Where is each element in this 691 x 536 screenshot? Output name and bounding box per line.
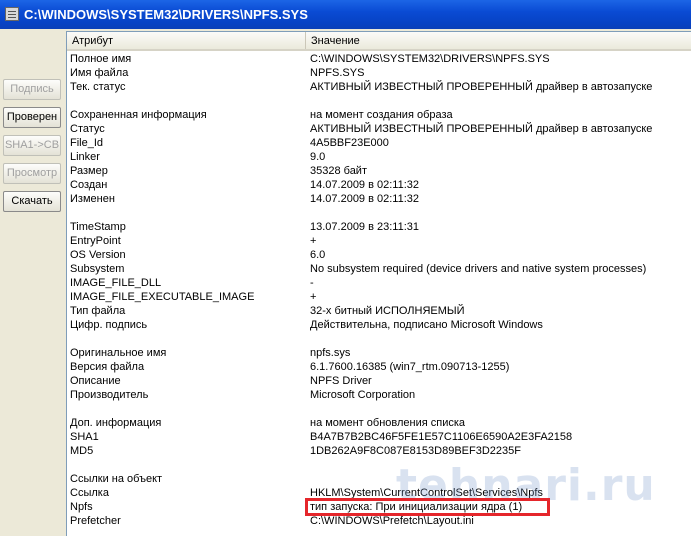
value-cell: 13.07.2009 в 23:11:31 bbox=[310, 221, 420, 233]
table-row[interactable]: Оригинальное имя npfs.sys bbox=[67, 346, 691, 360]
attribute-cell: Цифр. подпись bbox=[70, 319, 148, 331]
table-row[interactable]: Доп. информация на момент обновления спис… bbox=[67, 416, 691, 430]
table-row[interactable]: Subsystem No subsystem required (device d… bbox=[67, 262, 691, 276]
table-row[interactable]: Статус АКТИВНЫЙ ИЗВЕСТНЫЙ ПРОВЕРЕННЫЙ дра… bbox=[67, 122, 691, 136]
attribute-cell: Полное имя bbox=[70, 53, 132, 65]
window-icon[interactable] bbox=[5, 7, 19, 21]
attribute-cell: IMAGE_FILE_DLL bbox=[70, 277, 162, 289]
table-row[interactable]: MD5 1DB262A9F8C087E8153D89BEF3D2235F bbox=[67, 444, 691, 458]
value-cell: NPFS Driver bbox=[310, 375, 372, 387]
table-row[interactable] bbox=[67, 332, 691, 346]
table-row[interactable]: Производитель Microsoft Corporation bbox=[67, 388, 691, 402]
attribute-cell: Subsystem bbox=[70, 263, 125, 275]
table-row[interactable]: Тип файла 32-х битный ИСПОЛНЯЕМЫЙ bbox=[67, 304, 691, 318]
value-cell: 1DB262A9F8C087E8153D89BEF3D2235F bbox=[310, 445, 521, 457]
attribute-cell: Тип файла bbox=[70, 305, 126, 317]
button-panel: Подпись Проверен SHA1->CB Просмотр Скача… bbox=[0, 29, 64, 536]
attribute-cell: Описание bbox=[70, 375, 121, 387]
attribute-cell: Создан bbox=[70, 179, 108, 191]
value-cell: 14.07.2009 в 02:11:32 bbox=[310, 193, 420, 205]
value-cell: АКТИВНЫЙ ИЗВЕСТНЫЙ ПРОВЕРЕННЫЙ драйвер в… bbox=[310, 81, 653, 93]
attribute-cell: Prefetcher bbox=[70, 515, 121, 527]
value-cell: на момент создания образа bbox=[310, 109, 453, 121]
table-row[interactable]: Изменен 14.07.2009 в 02:11:32 bbox=[67, 192, 691, 206]
value-cell: C:\WINDOWS\Prefetch\Layout.ini bbox=[310, 515, 474, 527]
table-row[interactable]: SHA1 B4A7B7B2BC46F5FE1E57C1106E6590A2E3FA… bbox=[67, 430, 691, 444]
window-title: C:\WINDOWS\SYSTEM32\DRIVERS\NPFS.SYS bbox=[24, 7, 308, 22]
value-cell: 14.07.2009 в 02:11:32 bbox=[310, 179, 420, 191]
sign-button[interactable]: Подпись bbox=[3, 79, 61, 100]
highlight-box bbox=[305, 498, 550, 516]
table-row[interactable] bbox=[67, 94, 691, 108]
attribute-cell: Доп. информация bbox=[70, 417, 162, 429]
table-row[interactable]: Linker 9.0 bbox=[67, 150, 691, 164]
table-row[interactable]: EntryPoint + bbox=[67, 234, 691, 248]
value-cell: 4A5BBF23E000 bbox=[310, 137, 389, 149]
value-cell: 6.1.7600.16385 (win7_rtm.090713-1255) bbox=[310, 361, 510, 373]
value-cell: - bbox=[310, 277, 314, 289]
view-button[interactable]: Просмотр bbox=[3, 163, 61, 184]
table-row[interactable]: Тек. статус АКТИВНЫЙ ИЗВЕСТНЫЙ ПРОВЕРЕННЫ… bbox=[67, 80, 691, 94]
attribute-cell: Ссылки на объект bbox=[70, 473, 163, 485]
title-bar: C:\WINDOWS\SYSTEM32\DRIVERS\NPFS.SYS bbox=[0, 0, 691, 29]
table-row[interactable]: Описание NPFS Driver bbox=[67, 374, 691, 388]
attribute-cell: TimeStamp bbox=[70, 221, 126, 233]
attribute-cell: Статус bbox=[70, 123, 105, 135]
value-cell: АКТИВНЫЙ ИЗВЕСТНЫЙ ПРОВЕРЕННЫЙ драйвер в… bbox=[310, 123, 653, 135]
value-cell: на момент обновления списка bbox=[310, 417, 466, 429]
download-button[interactable]: Скачать bbox=[3, 191, 61, 212]
verified-button[interactable]: Проверен bbox=[3, 107, 61, 128]
attribute-cell: SHA1 bbox=[70, 431, 99, 443]
column-header-value[interactable]: Значение bbox=[306, 32, 691, 49]
attribute-cell: Версия файла bbox=[70, 361, 145, 373]
attribute-cell: Имя файла bbox=[70, 67, 129, 79]
table-row[interactable]: IMAGE_FILE_DLL - bbox=[67, 276, 691, 290]
attribute-cell: Производитель bbox=[70, 389, 149, 401]
value-cell: 32-х битный ИСПОЛНЯЕМЫЙ bbox=[310, 305, 465, 317]
column-header-attribute[interactable]: Атрибут bbox=[67, 32, 306, 49]
value-cell: 35328 байт bbox=[310, 165, 367, 177]
attribute-cell: Npfs bbox=[70, 501, 93, 513]
attribute-cell: Ссылка bbox=[70, 487, 109, 499]
table-row[interactable] bbox=[67, 206, 691, 220]
sha1-to-cb-button[interactable]: SHA1->CB bbox=[3, 135, 61, 156]
table-row[interactable]: IMAGE_FILE_EXECUTABLE_IMAGE + bbox=[67, 290, 691, 304]
table-row[interactable]: Цифр. подпись Действительна, подписано Mi… bbox=[67, 318, 691, 332]
table-row[interactable]: OS Version 6.0 bbox=[67, 248, 691, 262]
attribute-cell: Изменен bbox=[70, 193, 115, 205]
list-rows: Полное имя C:\WINDOWS\SYSTEM32\DRIVERS\NP… bbox=[67, 52, 691, 528]
value-cell: B4A7B7B2BC46F5FE1E57C1106E6590A2E3FA2158 bbox=[310, 431, 573, 443]
table-row[interactable]: Сохраненная информация на момент создания… bbox=[67, 108, 691, 122]
value-cell: + bbox=[310, 235, 317, 247]
value-cell: C:\WINDOWS\SYSTEM32\DRIVERS\NPFS.SYS bbox=[310, 53, 550, 65]
attribute-cell: File_Id bbox=[70, 137, 104, 149]
table-row[interactable]: Полное имя C:\WINDOWS\SYSTEM32\DRIVERS\NP… bbox=[67, 52, 691, 66]
attribute-cell: Linker bbox=[70, 151, 100, 163]
table-row[interactable]: Prefetcher C:\WINDOWS\Prefetch\Layout.ini bbox=[67, 514, 691, 528]
list-header: Атрибут Значение bbox=[67, 32, 691, 51]
attribute-cell: Оригинальное имя bbox=[70, 347, 167, 359]
attribute-cell: Тек. статус bbox=[70, 81, 126, 93]
value-cell: + bbox=[310, 291, 317, 303]
attribute-cell: EntryPoint bbox=[70, 235, 121, 247]
table-row[interactable]: TimeStamp 13.07.2009 в 23:11:31 bbox=[67, 220, 691, 234]
table-row[interactable] bbox=[67, 402, 691, 416]
attribute-cell: IMAGE_FILE_EXECUTABLE_IMAGE bbox=[70, 291, 255, 303]
value-cell: NPFS.SYS bbox=[310, 67, 365, 79]
attribute-cell: Сохраненная информация bbox=[70, 109, 207, 121]
attribute-cell: OS Version bbox=[70, 249, 126, 261]
attribute-cell: MD5 bbox=[70, 445, 94, 457]
table-row[interactable]: File_Id 4A5BBF23E000 bbox=[67, 136, 691, 150]
value-cell: npfs.sys bbox=[310, 347, 351, 359]
table-row[interactable]: Версия файла 6.1.7600.16385 (win7_rtm.090… bbox=[67, 360, 691, 374]
value-cell: No subsystem required (device drivers an… bbox=[310, 263, 647, 275]
value-cell: Microsoft Corporation bbox=[310, 389, 416, 401]
table-row[interactable]: Создан 14.07.2009 в 02:11:32 bbox=[67, 178, 691, 192]
value-cell: 6.0 bbox=[310, 249, 326, 261]
attribute-cell: Размер bbox=[70, 165, 108, 177]
value-cell: Действительна, подписано Microsoft Windo… bbox=[310, 319, 543, 331]
table-row[interactable]: Размер 35328 байт bbox=[67, 164, 691, 178]
value-cell: 9.0 bbox=[310, 151, 326, 163]
table-row[interactable]: Имя файла NPFS.SYS bbox=[67, 66, 691, 80]
